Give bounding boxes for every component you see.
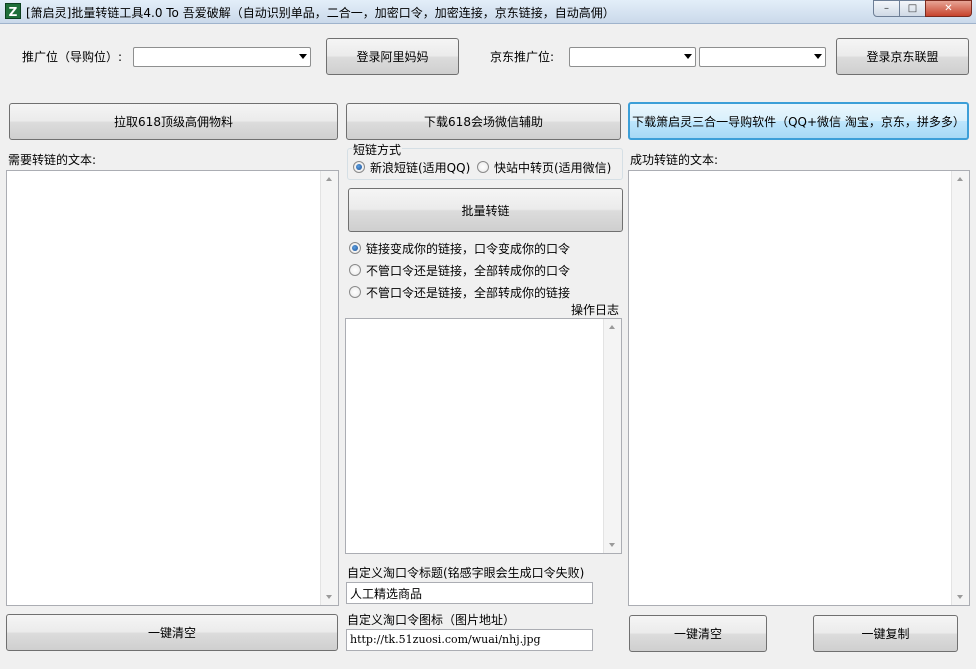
input-textarea[interactable]	[6, 170, 339, 606]
maximize-button[interactable]: □	[899, 0, 926, 17]
minimize-button[interactable]: –	[873, 0, 900, 17]
custom-title-input[interactable]: 人工精选商品	[346, 582, 593, 604]
shortlink-group-label: 短链方式	[352, 141, 403, 158]
scroll-down-icon[interactable]	[326, 595, 332, 599]
clear-input-button[interactable]: 一键清空	[6, 614, 338, 651]
download-618-wechat-button[interactable]: 下载618会场微信辅助	[346, 103, 621, 140]
promo-position-select[interactable]	[133, 47, 311, 67]
chevron-down-icon	[814, 54, 822, 59]
custom-icon-url-input[interactable]: http://tk.51zuosi.com/wuai/nhj.jpg	[346, 629, 593, 651]
mode-all-link-radio[interactable]	[349, 286, 361, 298]
mode-all-command-label[interactable]: 不管口令还是链接，全部转成你的口令	[366, 262, 570, 279]
scrollbar[interactable]	[320, 171, 338, 605]
window-title: [箫启灵]批量转链工具4.0 To 吾爱破解（自动识别单品，二合一，加密口令，加…	[26, 6, 615, 20]
output-text-label: 成功转链的文本:	[630, 153, 719, 167]
clear-output-button[interactable]: 一键清空	[629, 615, 767, 652]
scroll-up-icon[interactable]	[326, 177, 332, 181]
scrollbar[interactable]	[951, 171, 969, 605]
mode-replace-radio[interactable]	[349, 242, 361, 254]
input-text-label: 需要转链的文本:	[8, 153, 97, 167]
login-jd-union-button[interactable]: 登录京东联盟	[836, 38, 969, 75]
promo-position-label: 推广位（导购位）:	[22, 50, 123, 64]
operation-log-textarea[interactable]	[345, 318, 622, 554]
copy-output-button[interactable]: 一键复制	[813, 615, 958, 652]
custom-icon-label: 自定义淘口令图标（图片地址）	[347, 613, 516, 627]
scroll-up-icon[interactable]	[957, 177, 963, 181]
mode-all-link-label[interactable]: 不管口令还是链接，全部转成你的链接	[366, 284, 570, 301]
scroll-down-icon[interactable]	[957, 595, 963, 599]
fetch-618-materials-button[interactable]: 拉取618顶级高佣物料	[9, 103, 338, 140]
login-alimama-button[interactable]: 登录阿里妈妈	[326, 38, 459, 75]
shortlink-kuaizhan-radio[interactable]	[477, 161, 489, 173]
chevron-down-icon	[684, 54, 692, 59]
mode-all-command-radio[interactable]	[349, 264, 361, 276]
jd-promo-subposition-select[interactable]	[699, 47, 826, 67]
app-icon: Z	[5, 3, 21, 19]
batch-convert-button[interactable]: 批量转链	[348, 188, 623, 232]
scroll-up-icon[interactable]	[609, 325, 615, 329]
output-textarea[interactable]	[628, 170, 970, 606]
chevron-down-icon	[299, 54, 307, 59]
custom-title-label: 自定义淘口令标题(铭感字眼会生成口令失败)	[347, 566, 585, 580]
jd-promo-position-label: 京东推广位:	[490, 50, 555, 64]
shortlink-sina-label[interactable]: 新浪短链(适用QQ)	[370, 159, 470, 176]
mode-replace-label[interactable]: 链接变成你的链接，口令变成你的口令	[366, 240, 570, 257]
scroll-down-icon[interactable]	[609, 543, 615, 547]
close-button[interactable]: ✕	[925, 0, 972, 17]
download-3in1-software-button[interactable]: 下载箫启灵三合一导购软件（QQ+微信 淘宝，京东，拼多多）	[628, 102, 969, 140]
scrollbar[interactable]	[603, 319, 621, 553]
shortlink-sina-radio[interactable]	[353, 161, 365, 173]
operation-log-label: 操作日志	[571, 303, 620, 317]
shortlink-kuaizhan-label[interactable]: 快站中转页(适用微信)	[494, 159, 611, 176]
jd-promo-position-select[interactable]	[569, 47, 696, 67]
